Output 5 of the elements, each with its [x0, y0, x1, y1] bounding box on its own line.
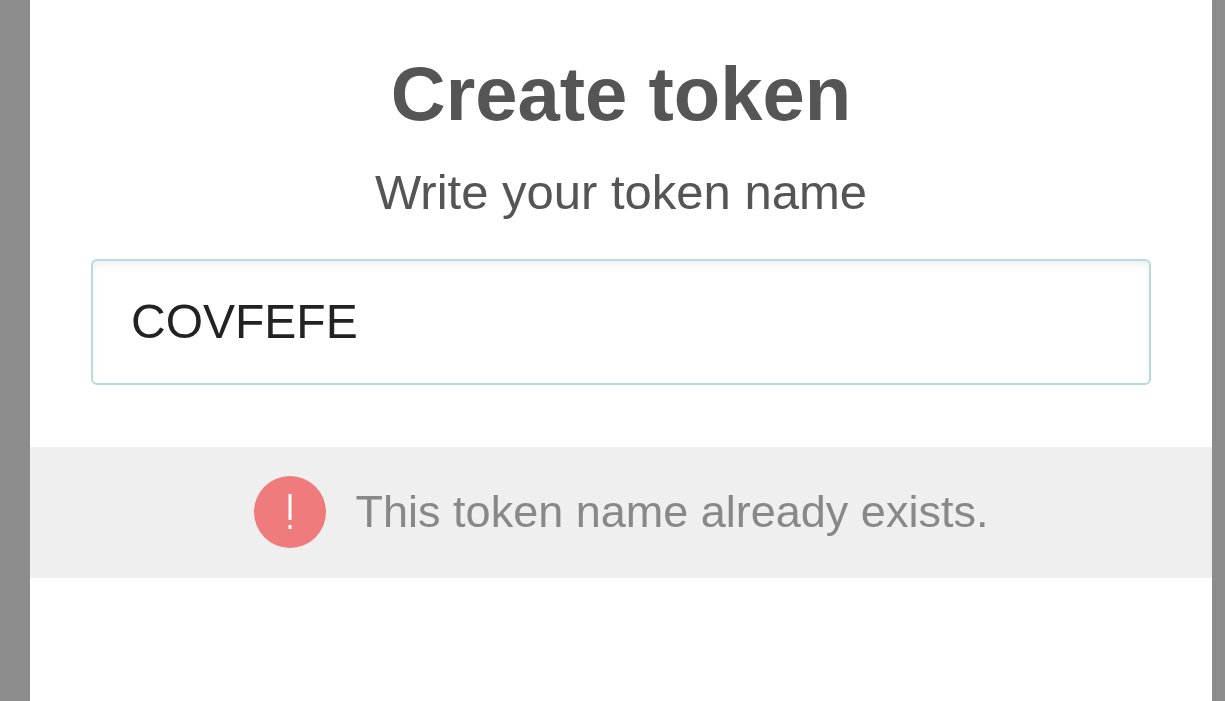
error-icon: [253, 476, 326, 549]
error-message: This token name already exists.: [355, 486, 989, 539]
dialog-title: Create token: [390, 50, 852, 138]
dialog-subtitle: Write your token name: [374, 164, 867, 222]
token-name-field[interactable]: COVFEFE: [91, 259, 1151, 385]
